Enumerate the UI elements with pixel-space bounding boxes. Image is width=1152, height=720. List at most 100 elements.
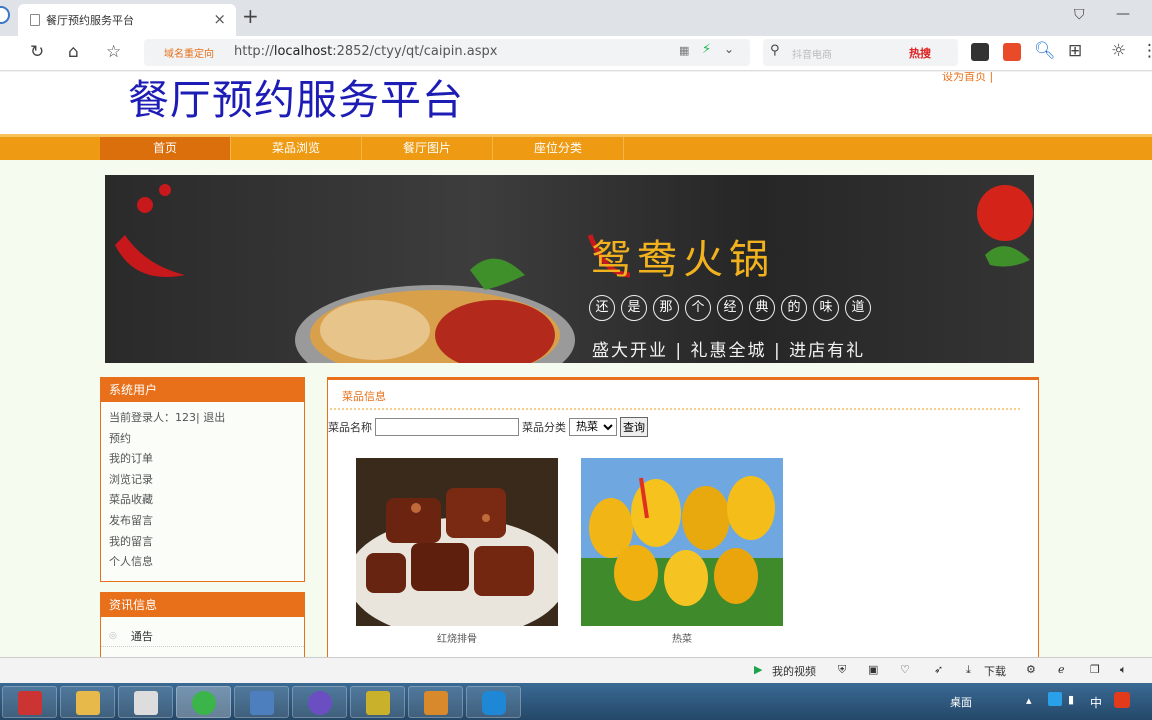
skin-icon[interactable]: ⛉ (1074, 7, 1085, 23)
nav-seat-category[interactable]: 座位分类 (493, 137, 624, 160)
nav-home[interactable]: 首页 (100, 137, 231, 160)
video-icon[interactable]: ▶ (754, 663, 762, 676)
my-video-link[interactable]: 我的视频 (772, 663, 816, 679)
book-icon (424, 691, 448, 715)
sogou-icon[interactable] (1114, 692, 1130, 708)
dish-name[interactable]: 热菜 (581, 630, 783, 645)
image-icon[interactable]: ▣ (868, 663, 878, 676)
dish-photo[interactable] (356, 458, 558, 626)
window-icon[interactable]: ❐ (1090, 663, 1100, 676)
java-icon (134, 691, 158, 715)
nav-photos[interactable]: 餐厅图片 (362, 137, 493, 160)
star-icon[interactable]: ☆ (106, 42, 121, 62)
url-text[interactable]: http://localhost:2852/ctyy/qt/caipin.asp… (234, 44, 497, 59)
taskbar-app-button[interactable] (118, 686, 173, 718)
search-form: 菜品名称 菜品分类 热菜 查询 (328, 417, 648, 437)
ie-icon[interactable]: ℯ (1058, 663, 1065, 676)
home-icon[interactable]: ⌂ (68, 42, 79, 62)
browser-icon (192, 691, 216, 715)
dish-card[interactable]: 红烧排骨 (356, 458, 558, 645)
sidebar-item-my-messages[interactable]: 我的留言 (101, 532, 304, 553)
news-panel: 资讯信息 ◎ 通告 (100, 592, 305, 657)
news-panel-title: 资讯信息 (101, 593, 304, 617)
taskbar-app-button[interactable] (350, 686, 405, 718)
sidebar-item-profile[interactable]: 个人信息 (101, 552, 304, 573)
main-nav: 首页 菜品浏览 餐厅图片 座位分类 (0, 134, 1152, 160)
taskbar-app-button[interactable] (176, 686, 231, 718)
network-icon[interactable]: ▮ (1068, 693, 1074, 706)
ribs-photo (356, 458, 558, 626)
dish-name[interactable]: 红烧排骨 (356, 630, 558, 645)
dish-name-label: 菜品名称 (328, 421, 372, 434)
lightning-icon[interactable]: ⚡ (702, 42, 711, 57)
search-placeholder: 抖音电商 (792, 50, 832, 61)
banner-circle-char: 个 (685, 295, 711, 321)
minimize-icon[interactable]: — (1116, 6, 1130, 22)
search-icon[interactable]: ⚲ (770, 43, 780, 58)
url-path: :2852/ctyy/qt/caipin.aspx (332, 44, 498, 59)
taskbar-app-button[interactable] (292, 686, 347, 718)
grid-icon[interactable]: ⊞ (1068, 41, 1082, 61)
tray-app-icon[interactable] (1048, 692, 1062, 706)
url-host: localhost (273, 44, 333, 59)
taskbar-app-button[interactable] (408, 686, 463, 718)
computer-icon (250, 691, 274, 715)
sidebar-item-post-message[interactable]: 发布留言 (101, 511, 304, 532)
sidebar-item-orders[interactable]: 我的订单 (101, 449, 304, 470)
user-panel-title: 系统用户 (101, 378, 304, 402)
ime-indicator[interactable]: 中 (1090, 694, 1102, 711)
shield-icon[interactable]: ⛨ (838, 663, 846, 677)
hot-search-label[interactable]: 热搜 (909, 45, 931, 61)
dish-name-input[interactable] (375, 418, 519, 436)
url-prefix: http:// (234, 44, 274, 59)
app-icon[interactable] (1003, 43, 1021, 61)
taskbar-app-button[interactable] (234, 686, 289, 718)
taskbar-app-button[interactable] (2, 686, 57, 718)
browser-tab[interactable]: 餐厅预约服务平台 × (18, 4, 236, 36)
reload-icon[interactable]: ↻ (30, 42, 44, 62)
banner-circle-char: 道 (845, 295, 871, 321)
tab-title: 餐厅预约服务平台 (46, 14, 134, 27)
login-status[interactable]: 当前登录人：123| 退出 (101, 408, 304, 429)
dish-card[interactable]: 热菜 (581, 458, 783, 645)
close-tab-icon[interactable]: × (213, 10, 226, 28)
reader-icon[interactable] (971, 43, 989, 61)
tray-up-icon[interactable]: ▴ (1026, 694, 1032, 707)
download-icon[interactable]: ⤓ (966, 663, 971, 677)
banner-title: 鸳鸯火锅 (591, 237, 775, 283)
folder-icon (76, 691, 100, 715)
news-item[interactable]: 通告 (131, 628, 153, 644)
u-app-icon (482, 691, 506, 715)
sidebar-item-favorites[interactable]: 菜品收藏 (101, 490, 304, 511)
settings-icon[interactable]: ☼ (1111, 41, 1126, 61)
chevron-down-icon[interactable]: ⌄ (724, 42, 734, 56)
nav-dishes[interactable]: 菜品浏览 (231, 137, 362, 160)
app-icon (18, 691, 42, 715)
tulip-photo (581, 458, 783, 626)
set-home-link[interactable]: 设为首页 | (942, 72, 993, 84)
query-button[interactable]: 查询 (620, 417, 648, 437)
taskbar-app-button[interactable] (466, 686, 521, 718)
menu-icon[interactable]: ⋮ (1141, 41, 1152, 61)
banner-circle-char: 是 (621, 295, 647, 321)
sidebar-item-reserve[interactable]: 预约 (101, 429, 304, 450)
dish-category-select[interactable]: 热菜 (569, 418, 617, 436)
tools-icon (366, 691, 390, 715)
dish-photo[interactable] (581, 458, 783, 626)
heart-icon[interactable]: ♡ (900, 663, 910, 676)
tool-icon[interactable]: ⚙ (1026, 663, 1036, 676)
sidebar-item-history[interactable]: 浏览记录 (101, 470, 304, 491)
download-link[interactable]: 下载 (984, 663, 1006, 679)
banner-slogan: 盛大开业 | 礼惠全城 | 进店有礼 (592, 341, 866, 361)
rocket-icon[interactable]: ➶ (934, 663, 943, 676)
new-tab-icon[interactable]: + (242, 4, 259, 28)
desktop-label[interactable]: 桌面 (950, 694, 972, 710)
promo-banner: 鸳鸯火锅 还 是 那 个 经 典 的 味 道 盛大开业 | 礼惠全城 | 进店有… (105, 175, 1034, 363)
visual-studio-icon (308, 691, 332, 715)
banner-circle-char: 那 (653, 295, 679, 321)
taskbar-app-button[interactable] (60, 686, 115, 718)
speaker-icon[interactable]: 🔈︎ (1120, 663, 1127, 677)
qr-icon[interactable]: ▦ (679, 44, 689, 57)
banner-circle-char: 还 (589, 295, 615, 321)
magnifier-icon[interactable]: 🔍︎ (1034, 41, 1056, 61)
